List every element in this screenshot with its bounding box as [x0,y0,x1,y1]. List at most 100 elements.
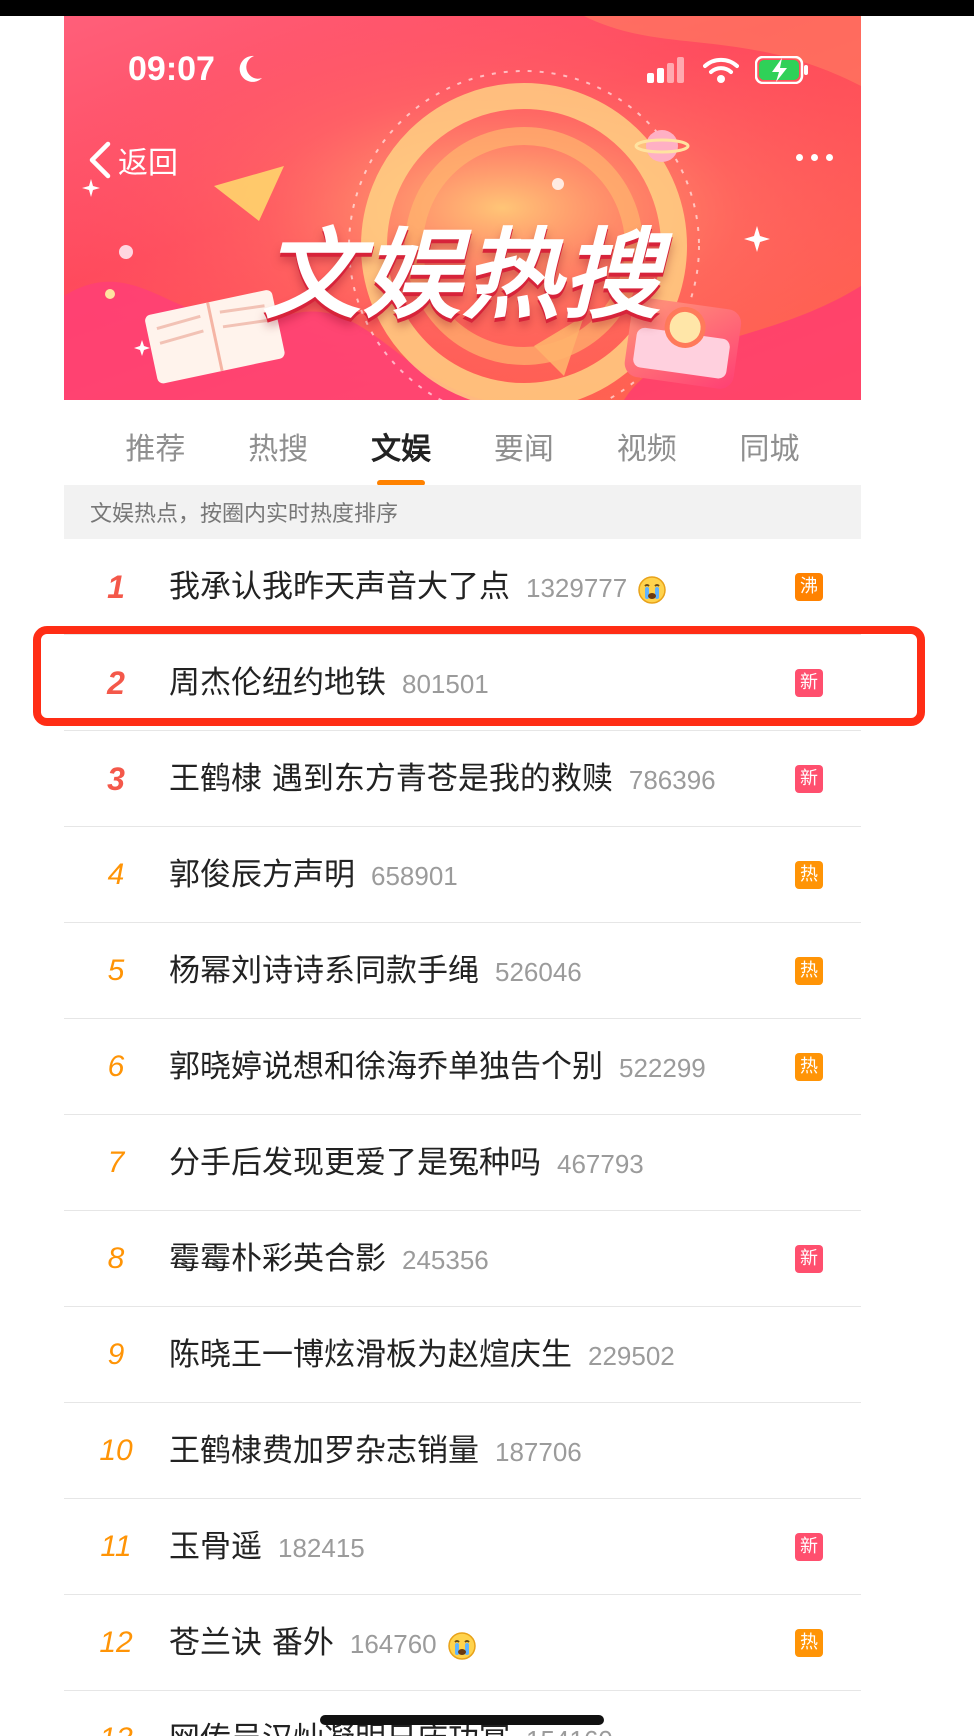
more-dot-icon [796,154,803,161]
rank-number: 3 [107,761,125,797]
heat-count: 522299 [619,1053,706,1083]
list-item[interactable]: 12 苍兰诀 番外 164760 热 [64,1595,861,1691]
item-text: 玉骨遥 182415 [169,1499,365,1595]
rank-number: 7 [107,1146,125,1179]
list-item[interactable]: 3 王鹤棣 遇到东方青苍是我的救赎 786396 新 [64,731,861,827]
banner: 09:07 返回 文娱热搜 [64,16,861,400]
list-item[interactable]: 10 王鹤棣费加罗杂志销量 187706 [64,1403,861,1499]
more-button[interactable] [796,154,833,161]
item-text: 网传吴汉灿凝明日庆功宴154160 [169,1691,613,1736]
heat-count: 658901 [371,861,458,891]
ranking-notice: 文娱热点，按圈内实时热度排序 [64,485,861,539]
cellular-signal-icon [647,57,684,83]
item-text: 陈晓王一博炫滑板为赵煊庆生 229502 [169,1307,675,1403]
rank-number: 13 [64,1691,168,1736]
list-item[interactable]: 5 杨幂刘诗诗系同款手绳 526046 热 [64,923,861,1019]
status-badge: 新 [795,669,823,697]
tab-1[interactable]: 热搜 [240,420,316,480]
status-badge: 新 [795,765,823,793]
list-item[interactable]: 8 霉霉朴彩英合影 245356 新 [64,1211,861,1307]
rank-number: 1 [107,569,125,605]
heat-count: 182415 [278,1533,365,1563]
list-item[interactable]: 2 周杰伦纽约地铁 801501 新 [64,635,861,731]
item-title: 玉骨遥 [169,1529,262,1565]
item-text: 杨幂刘诗诗系同款手绳 526046 [169,923,582,1019]
tab-2[interactable]: 文娱 [363,420,439,486]
heat-count: 154160 [526,1725,613,1736]
list-item[interactable]: 7 分手后发现更爱了是冤种吗 467793 [64,1115,861,1211]
more-dot-icon [811,154,818,161]
status-icons [647,56,809,84]
item-title: 杨幂刘诗诗系同款手绳 [169,953,479,989]
rank-number: 6 [107,1050,125,1083]
heat-count: 526046 [495,957,582,987]
status-badge: 热 [795,957,823,985]
banner-title: 文娱热搜 [262,219,663,333]
item-text: 分手后发现更爱了是冤种吗 467793 [169,1115,644,1211]
rank-number: 8 [107,1242,125,1275]
list-item[interactable]: 9 陈晓王一博炫滑板为赵煊庆生 229502 [64,1307,861,1403]
list-item[interactable]: 1 我承认我昨天声音大了点 1329777 沸 [64,539,861,635]
back-button[interactable]: 返回 [86,138,178,182]
tab-4[interactable]: 视频 [609,420,685,480]
status-badge: 热 [795,1629,823,1657]
status-badge: 新 [795,1245,823,1273]
rank-number: 4 [107,858,125,891]
heat-count: 187706 [495,1437,582,1467]
rank-number: 11 [100,1530,132,1563]
heat-count: 164760 [349,1629,437,1659]
item-title: 郭俊辰方声明 [169,857,355,893]
moon-icon [239,55,262,82]
home-indicator[interactable] [320,1715,604,1725]
item-title: 王鹤棣 遇到东方青苍是我的救赎 [169,761,613,797]
item-text: 王鹤棣 遇到东方青苍是我的救赎 786396 [169,731,716,827]
item-title: 分手后发现更爱了是冤种吗 [169,1145,541,1181]
item-text: 霉霉朴彩英合影 245356 [169,1211,489,1307]
item-text: 苍兰诀 番外 164760 [169,1595,477,1691]
rank-number: 2 [107,665,125,701]
item-title: 陈晓王一博炫滑板为赵煊庆生 [169,1337,572,1373]
list-item[interactable]: 11 玉骨遥 182415 新 [64,1499,861,1595]
list-item[interactable]: 6 郭晓婷说想和徐海乔单独告个别 522299 热 [64,1019,861,1115]
heat-count: 467793 [557,1149,644,1179]
rank-number: 5 [107,954,125,987]
item-title: 王鹤棣费加罗杂志销量 [169,1433,479,1469]
hot-search-page: 09:07 返回 文娱热搜 推荐 热搜 文娱 要闻 视频 同城 文娱热点，按圈内… [64,16,861,1736]
rank-number: 10 [99,1434,133,1467]
item-title: 周杰伦纽约地铁 [169,665,386,701]
item-title: 郭晓婷说想和徐海乔单独告个别 [169,1049,603,1085]
crying-face-icon [638,575,666,604]
item-text: 郭晓婷说想和徐海乔单独告个别 522299 [169,1019,706,1115]
hot-search-list: 1 我承认我昨天声音大了点 1329777 沸 2 周杰伦纽约地铁 801501 新 3 王鹤棣 … [64,539,861,1736]
crying-face-icon [447,1631,476,1660]
heat-count: 1329777 [526,573,628,603]
status-badge: 沸 [795,573,823,601]
heat-count: 801501 [402,669,489,699]
status-badge: 热 [795,861,823,889]
wifi-icon [703,57,739,83]
status-badge: 新 [795,1533,823,1561]
tab-0[interactable]: 推荐 [117,420,193,480]
back-label: 返回 [118,146,178,181]
tab-5[interactable]: 同城 [732,420,808,480]
item-title: 我承认我昨天声音大了点 [169,569,510,605]
heat-count: 786396 [628,765,716,795]
battery-charging-icon [755,56,808,84]
status-badge: 热 [795,1053,823,1081]
heat-count: 245356 [402,1245,489,1275]
item-text: 周杰伦纽约地铁 801501 [169,635,489,731]
status-time: 09:07 [128,50,215,88]
item-title: 苍兰诀 番外 [169,1625,334,1661]
heat-count: 229502 [588,1341,675,1371]
top-black-strip [0,0,974,16]
item-title: 霉霉朴彩英合影 [169,1241,386,1277]
rank-number: 12 [99,1626,133,1659]
item-text: 郭俊辰方声明 658901 [169,827,458,923]
item-text: 我承认我昨天声音大了点 1329777 [169,539,667,635]
chevron-left-icon [89,141,111,179]
rank-number: 9 [107,1338,125,1371]
tab-3[interactable]: 要闻 [486,420,562,480]
list-item[interactable]: 4 郭俊辰方声明 658901 热 [64,827,861,923]
more-dot-icon [826,154,833,161]
list-item[interactable]: 13网传吴汉灿凝明日庆功宴154160 [64,1691,861,1736]
